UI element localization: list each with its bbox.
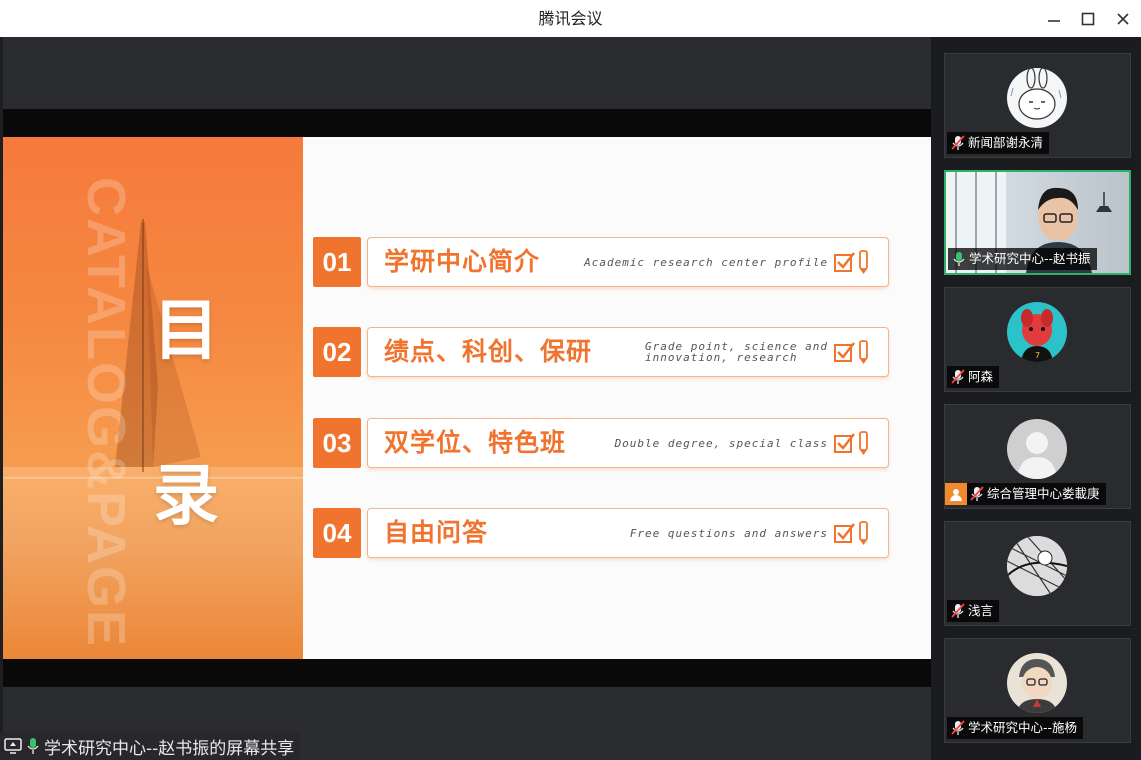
toc-subtitle: Double degree, special class xyxy=(614,436,828,450)
participant-tile[interactable]: 综合管理中心娄載庚 xyxy=(944,404,1131,509)
close-button[interactable] xyxy=(1106,0,1140,37)
participant-tile-active[interactable]: 学术研究中心--赵书振 xyxy=(944,170,1131,275)
toc-box: 绩点、科创、保研 Grade point, science and innova… xyxy=(367,327,889,377)
participant-tile[interactable]: 新闻部谢永清 xyxy=(944,53,1131,158)
toc-title: 学研中心简介 xyxy=(384,247,541,276)
slide-cover-panel: CATALOG&PAGE 目 录 xyxy=(3,137,303,659)
participant-label: 新闻部谢永清 xyxy=(947,132,1050,154)
screen-share-status[interactable]: 学术研究中心--赵书振的屏幕共享 xyxy=(0,732,301,760)
check-pencil-icon xyxy=(834,340,868,364)
avatar xyxy=(1007,419,1067,479)
avatar xyxy=(1007,653,1067,713)
screen-share-icon xyxy=(4,738,22,754)
toc-number: 01 xyxy=(313,237,361,287)
check-pencil-icon xyxy=(834,250,868,274)
toc-box: 自由问答 Free questions and answers xyxy=(367,508,889,558)
presentation-slide: CATALOG&PAGE 目 录 01 学研中心简介 Academic rese… xyxy=(3,137,931,659)
toc-item-3: 03 双学位、特色班 Double degree, special class xyxy=(313,418,889,468)
rabbit-doodle-icon xyxy=(1010,68,1062,120)
participant-label: 学术研究中心--施杨 xyxy=(947,717,1084,739)
participant-tile[interactable]: 浅言 xyxy=(944,521,1131,626)
sailboat-icon xyxy=(3,219,303,479)
toc-title: 自由问答 xyxy=(384,518,489,547)
participant-label: 浅言 xyxy=(947,600,1000,622)
participant-name: 学术研究中心--赵书振 xyxy=(969,251,1091,266)
check-pencil-icon xyxy=(834,431,868,455)
mic-on-icon xyxy=(952,251,966,267)
participant-name: 综合管理中心娄載庚 xyxy=(987,486,1100,501)
toc-subtitle: Grade point, science and innovation, res… xyxy=(645,340,828,364)
svg-text:7: 7 xyxy=(1035,351,1040,360)
avatar xyxy=(1007,536,1067,596)
mic-muted-icon xyxy=(951,369,965,385)
share-status-text: 学术研究中心--赵书振的屏幕共享 xyxy=(44,738,295,759)
toc-item-1: 01 学研中心简介 Academic research center profi… xyxy=(313,237,889,287)
sketch-avatar-icon xyxy=(1007,536,1067,596)
toc-title: 绩点、科创、保研 xyxy=(384,337,593,366)
heading-char-1: 目 xyxy=(153,292,219,369)
letterbox-top xyxy=(3,109,931,137)
close-icon xyxy=(1117,12,1129,25)
host-badge-icon xyxy=(945,483,967,505)
avatar: 7 xyxy=(1007,302,1067,362)
toc-title: 双学位、特色班 xyxy=(384,428,567,457)
participant-tile[interactable]: 7 阿森 xyxy=(944,287,1131,392)
toc-box: 双学位、特色班 Double degree, special class xyxy=(367,418,889,468)
minimize-button[interactable] xyxy=(1037,0,1071,37)
mic-muted-icon xyxy=(970,486,984,502)
check-pencil-icon xyxy=(834,521,868,545)
cartoon-boy-icon xyxy=(1017,659,1057,713)
maximize-icon xyxy=(1081,12,1095,25)
toc-subtitle: Free questions and answers xyxy=(629,526,828,540)
toc-subtitle: Academic research center profile xyxy=(584,255,828,269)
mic-muted-icon xyxy=(951,603,965,619)
participant-label: 学术研究中心--赵书振 xyxy=(948,248,1097,270)
participant-name: 阿森 xyxy=(968,369,994,384)
participant-label: 阿森 xyxy=(947,366,1000,388)
toc-number: 03 xyxy=(313,418,361,468)
participant-gallery: 新闻部谢永清 学术研究中心--赵书振 7 阿森 综合管理中心娄載庚 浅言 学术研… xyxy=(931,37,1141,760)
default-avatar-icon xyxy=(1017,432,1057,479)
participant-label: 综合管理中心娄載庚 xyxy=(945,483,1106,505)
toc-item-2: 02 绩点、科创、保研 Grade point, science and inn… xyxy=(313,327,889,377)
participant-tile[interactable]: 学术研究中心--施杨 xyxy=(944,638,1131,743)
red-dog-icon: 7 xyxy=(1021,309,1053,362)
participant-name: 浅言 xyxy=(968,603,994,618)
avatar xyxy=(1007,68,1067,128)
maximize-button[interactable] xyxy=(1071,0,1105,37)
participant-name: 新闻部谢永清 xyxy=(968,135,1044,150)
window-title: 腾讯会议 xyxy=(538,9,603,28)
mic-muted-icon xyxy=(951,135,965,151)
letterbox-bottom xyxy=(3,659,931,687)
mic-muted-icon xyxy=(951,720,965,736)
toc-box: 学研中心简介 Academic research center profile xyxy=(367,237,889,287)
toc-number: 02 xyxy=(313,327,361,377)
minimize-icon xyxy=(1048,19,1060,22)
shared-screen-area: CATALOG&PAGE 目 录 01 学研中心简介 Academic rese… xyxy=(3,37,931,760)
toc-item-4: 04 自由问答 Free questions and answers xyxy=(313,508,889,558)
participant-name: 学术研究中心--施杨 xyxy=(968,720,1078,735)
heading-char-2: 录 xyxy=(153,457,219,534)
toc-number: 04 xyxy=(313,508,361,558)
title-bar: 腾讯会议 xyxy=(0,0,1141,37)
mic-on-icon xyxy=(26,737,40,755)
catalog-watermark: CATALOG&PAGE xyxy=(76,177,136,648)
